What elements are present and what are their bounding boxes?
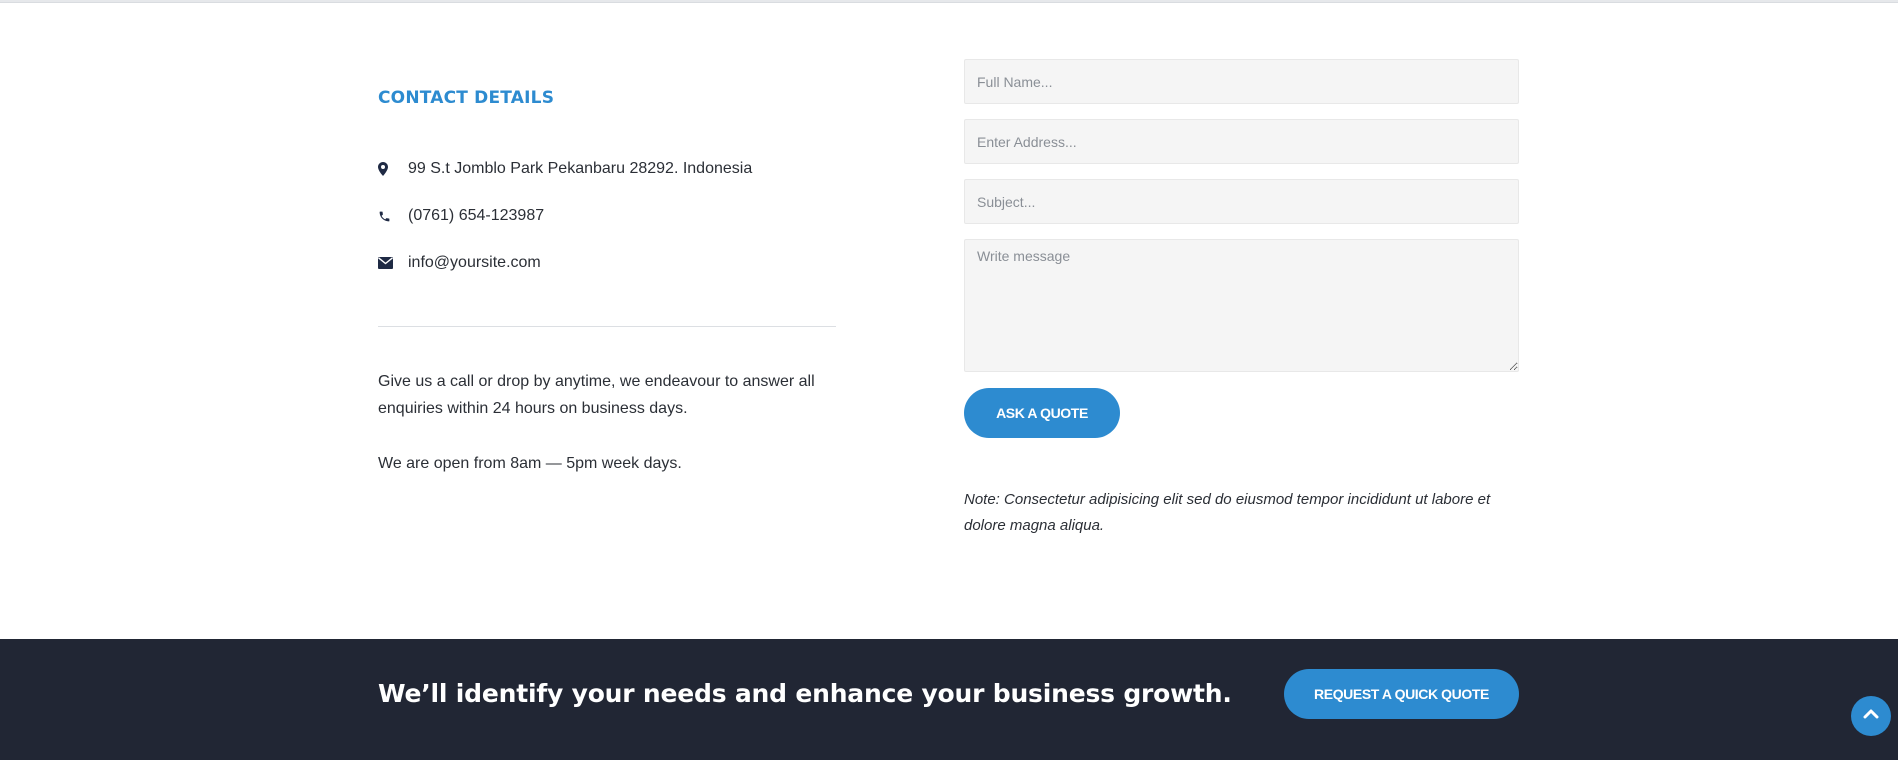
envelope-icon — [378, 252, 408, 274]
map-marker-icon — [378, 158, 408, 180]
divider — [378, 326, 836, 327]
address-text: 99 S.t Jomblo Park Pekanbaru 28292. Indo… — [408, 160, 753, 177]
contact-intro-text: Give us a call or drop by anytime, we en… — [378, 373, 815, 417]
address-input[interactable] — [964, 119, 1519, 164]
contact-section: CONTACT DETAILS 99 S.t Jomblo Park Pekan… — [0, 0, 1898, 639]
phone-icon — [378, 205, 408, 227]
email-row: info@yoursite.com — [378, 252, 541, 274]
opening-hours-text: We are open from 8am — 5pm week days. — [378, 455, 682, 472]
cta-headline: We’ll identify your needs and enhance yo… — [378, 679, 1232, 708]
message-textarea[interactable] — [964, 239, 1519, 372]
form-note: Note: Consectetur adipisicing elit sed d… — [964, 491, 1491, 534]
cta-band: We’ll identify your needs and enhance yo… — [0, 639, 1898, 760]
phone-row: (0761) 654-123987 — [378, 205, 544, 227]
chevron-up-icon — [1863, 707, 1879, 725]
phone-text: (0761) 654-123987 — [408, 207, 545, 224]
contact-details-title: CONTACT DETAILS — [378, 88, 555, 108]
address-row: 99 S.t Jomblo Park Pekanbaru 28292. Indo… — [378, 158, 752, 180]
ask-a-quote-button[interactable]: ASK A QUOTE — [964, 388, 1120, 438]
email-link[interactable]: info@yoursite.com — [408, 254, 541, 272]
request-quick-quote-button[interactable]: REQUEST A QUICK QUOTE — [1284, 669, 1519, 719]
subject-input[interactable] — [964, 179, 1519, 224]
full-name-input[interactable] — [964, 59, 1519, 104]
scroll-to-top-button[interactable] — [1851, 696, 1891, 736]
